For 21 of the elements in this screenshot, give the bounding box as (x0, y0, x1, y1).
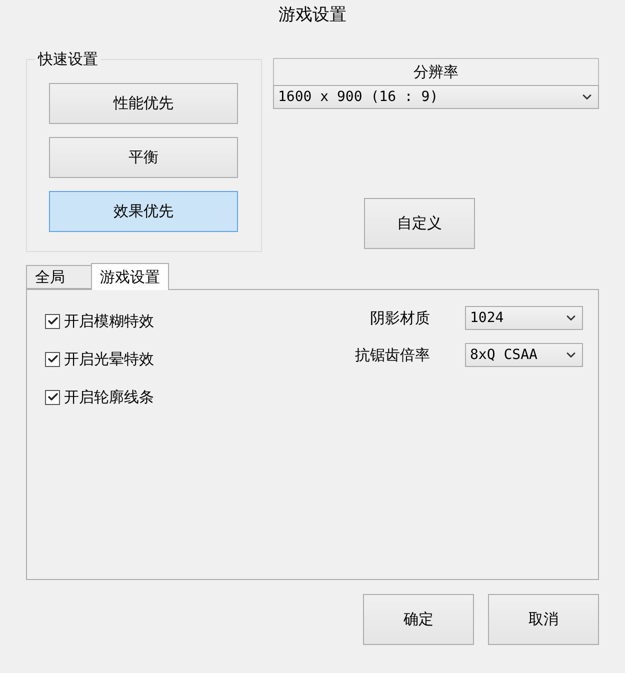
dialog-button[interactable]: 确定 (363, 594, 474, 645)
custom-button[interactable]: 自定义 (364, 198, 475, 249)
checkbox[interactable] (45, 314, 60, 328)
setting-label: 阴影材质 (369, 308, 430, 329)
preset-button[interactable]: 性能优先 (49, 82, 238, 124)
checkbox[interactable] (45, 352, 60, 366)
group-title: 快速设置 (36, 49, 99, 70)
setting-label: 抗锯齿倍率 (354, 344, 430, 366)
dropdown[interactable]: 1024 (465, 306, 583, 330)
checkbox-label: 开启光晕特效 (64, 348, 154, 370)
checkbox[interactable] (45, 390, 60, 404)
dialog-button[interactable]: 取消 (488, 594, 599, 645)
checkbox-label: 开启模糊特效 (64, 310, 154, 332)
tab[interactable]: 全局 (26, 265, 92, 289)
checkbox-label: 开启轮廓线条 (64, 386, 154, 408)
dropdown[interactable]: 1600 x 900 (16 : 9) (273, 85, 599, 109)
window-title: 游戏设置 (278, 4, 346, 27)
dropdown[interactable]: 8xQ CSAA (465, 343, 583, 367)
preset-button[interactable]: 平衡 (49, 136, 238, 178)
preset-button[interactable]: 效果优先 (49, 190, 238, 232)
tab[interactable]: 游戏设置 (91, 263, 169, 290)
